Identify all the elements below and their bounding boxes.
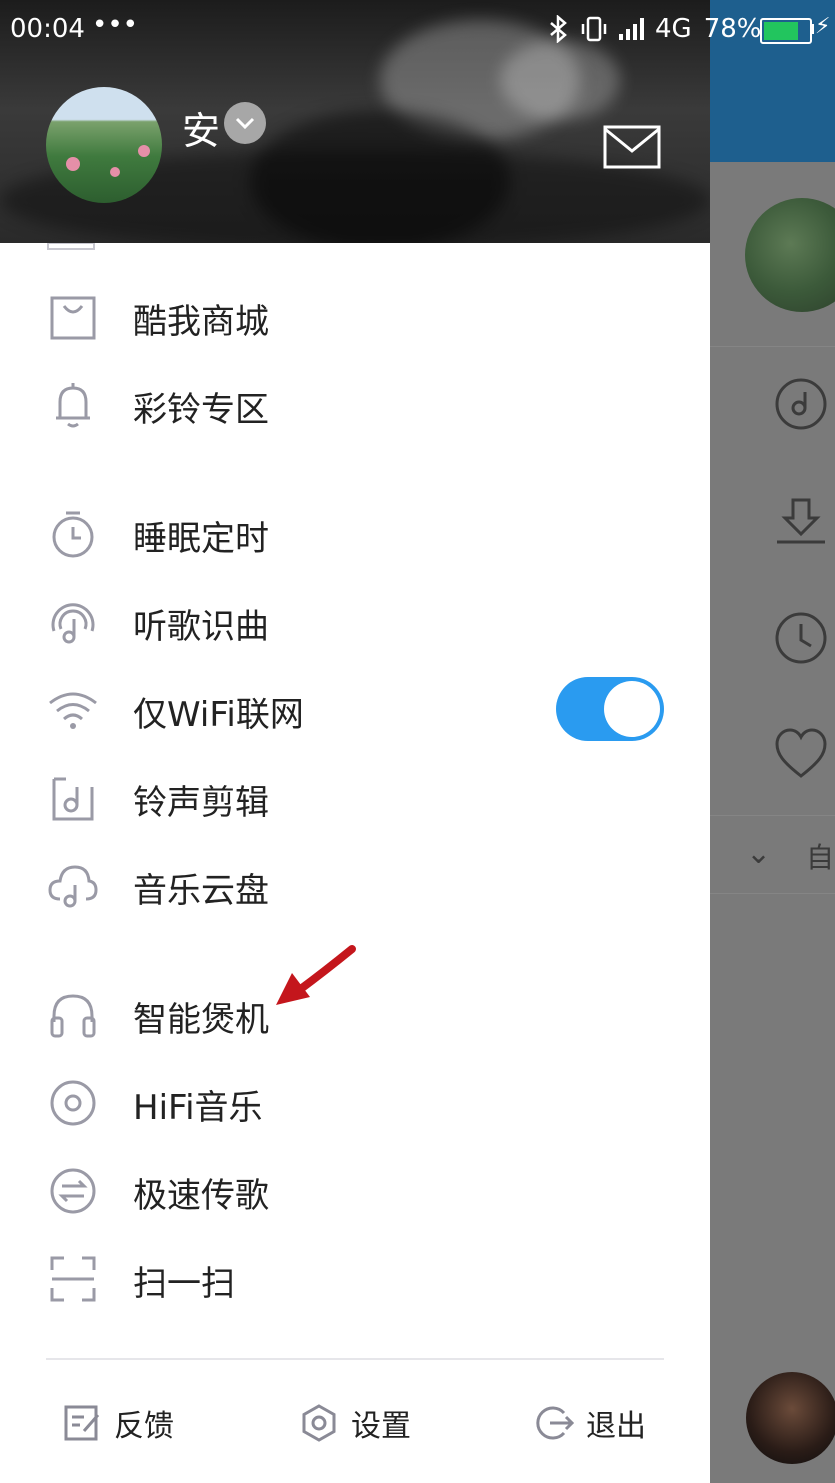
- history-clock-icon[interactable]: [773, 610, 829, 666]
- battery-tip: [810, 24, 814, 34]
- headphones-icon: [50, 994, 96, 1038]
- chevron-down-icon[interactable]: ⌄: [746, 836, 771, 871]
- menu-item-label: 仅WiFi联网: [133, 695, 304, 735]
- menu-item-label: 极速传歌: [133, 1176, 269, 1216]
- menu-item-ringtone-zone[interactable]: 彩铃专区: [0, 366, 710, 446]
- footer-divider: [46, 1358, 664, 1360]
- scan-icon: [50, 1256, 96, 1302]
- menu-item-fast-transfer[interactable]: 极速传歌: [0, 1152, 710, 1232]
- mini-player-cover[interactable]: [746, 1372, 835, 1464]
- hifi-disc-icon: [50, 1080, 96, 1126]
- battery-fill: [764, 22, 798, 40]
- mail-icon[interactable]: [603, 125, 661, 169]
- settings-hexagon-icon: [302, 1404, 336, 1442]
- feedback-label: 反馈: [114, 1409, 174, 1444]
- download-icon[interactable]: [773, 494, 829, 550]
- background-divider: [710, 893, 835, 894]
- menu-item-label: HiFi音乐: [133, 1088, 263, 1128]
- wifi-only-toggle-knob[interactable]: [604, 681, 660, 737]
- vibrate-icon: [581, 16, 607, 42]
- menu-item-sleep-timer[interactable]: 睡眠定时: [0, 495, 710, 575]
- ringtone-edit-icon: [52, 777, 94, 821]
- menu-item-label: 彩铃专区: [133, 390, 269, 430]
- side-drawer: 安 酷我商城 彩铃专区 睡眠定时 听歌识曲 仅WiFi联网 铃声剪辑 音乐云盘 …: [0, 0, 710, 1483]
- settings-label: 设置: [351, 1409, 411, 1444]
- logout-icon: [536, 1406, 574, 1440]
- heart-icon[interactable]: [773, 726, 829, 782]
- menu-item-mall[interactable]: 酷我商城: [0, 278, 710, 358]
- status-bar: 00:04 ••• 4G 78% ⚡: [0, 0, 835, 60]
- annotation-arrow-icon: [276, 945, 356, 1005]
- transfer-icon: [50, 1168, 96, 1214]
- status-notification-dots: •••: [92, 10, 139, 40]
- cloud-music-icon: [48, 865, 98, 908]
- menu-item-cloud-disk[interactable]: 音乐云盘: [0, 847, 710, 927]
- menu-item-song-recognition[interactable]: 听歌识曲: [0, 583, 710, 663]
- logout-button[interactable]: 退出: [534, 1398, 646, 1448]
- menu-item-ringtone-edit[interactable]: 铃声剪辑: [0, 759, 710, 839]
- menu-item-label: 音乐云盘: [133, 871, 269, 911]
- menu-item-hifi-music[interactable]: HiFi音乐: [0, 1064, 710, 1144]
- status-time: 00:04: [10, 14, 85, 44]
- disc-icon[interactable]: [773, 376, 829, 432]
- timer-icon: [52, 511, 94, 558]
- battery-icon: [760, 18, 812, 44]
- bluetooth-icon: [550, 15, 567, 43]
- wifi-icon: [49, 692, 97, 729]
- scrolled-item-edge: [47, 243, 95, 250]
- user-name[interactable]: 安: [182, 100, 220, 155]
- menu-item-scan[interactable]: 扫一扫: [0, 1240, 710, 1320]
- battery-percent: 78%: [703, 14, 762, 44]
- menu-item-label: 扫一扫: [133, 1264, 235, 1304]
- signal-icon: [619, 18, 644, 40]
- status-right-group: 4G 78%: [545, 14, 762, 44]
- menu-item-label: 睡眠定时: [133, 519, 269, 559]
- user-avatar[interactable]: [46, 87, 162, 203]
- feedback-button[interactable]: 反馈: [62, 1398, 174, 1448]
- music-recognition-icon: [51, 603, 95, 644]
- background-avatar[interactable]: [745, 198, 835, 312]
- feedback-icon: [64, 1405, 100, 1441]
- shopping-bag-icon: [50, 296, 96, 340]
- settings-button[interactable]: 设置: [299, 1398, 411, 1448]
- logout-label: 退出: [586, 1409, 646, 1444]
- account-switch-chevron-icon[interactable]: [224, 102, 266, 144]
- charging-icon: ⚡: [815, 14, 831, 39]
- background-divider: [710, 346, 835, 347]
- menu-item-label: 智能煲机: [133, 1000, 269, 1040]
- background-section-label: 自: [806, 841, 835, 874]
- menu-item-label: 铃声剪辑: [133, 783, 269, 823]
- menu-item-label: 酷我商城: [133, 302, 269, 342]
- background-divider: [710, 815, 835, 816]
- bell-icon: [56, 383, 90, 428]
- network-type: 4G: [655, 14, 692, 44]
- menu-item-label: 听歌识曲: [133, 607, 269, 647]
